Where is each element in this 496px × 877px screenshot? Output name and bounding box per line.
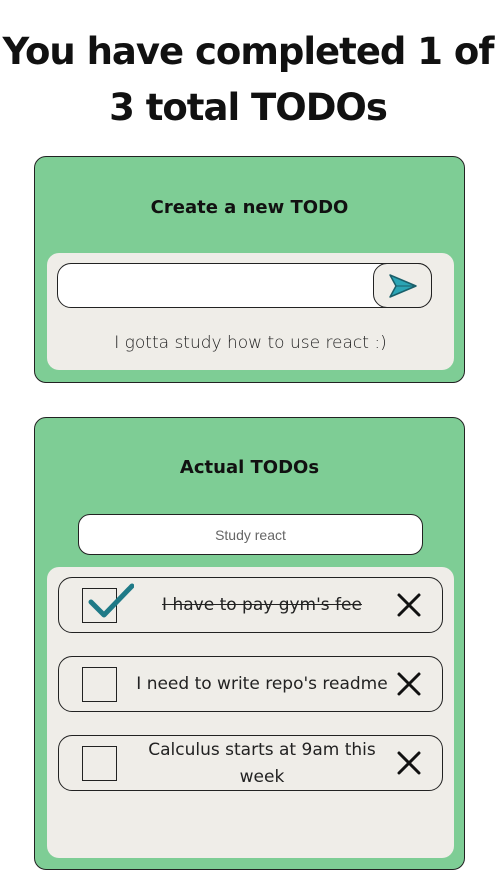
helper-text: I gotta study how to use react :) bbox=[114, 333, 387, 353]
todo-item: Calculus starts at 9am this week bbox=[58, 735, 443, 791]
create-todo-card: Create a new TODO I gotta study how to u… bbox=[34, 156, 465, 383]
todo-checkbox[interactable] bbox=[82, 583, 134, 623]
todo-list-heading: Actual TODOs bbox=[179, 457, 320, 478]
check-icon bbox=[88, 583, 134, 618]
create-todo-panel: I gotta study how to use react :) bbox=[47, 253, 454, 370]
todo-text: I need to write repo's readme bbox=[136, 674, 388, 694]
send-button[interactable] bbox=[373, 263, 432, 308]
todo-list-card: Actual TODOs I have to pay gym's fee I n… bbox=[34, 417, 465, 870]
search-box bbox=[78, 514, 423, 555]
title-line-2: 3 total TODOs bbox=[109, 86, 388, 129]
new-todo-input-row bbox=[57, 263, 432, 308]
todo-checkbox[interactable] bbox=[82, 746, 117, 781]
new-todo-input[interactable] bbox=[68, 270, 368, 300]
create-todo-heading: Create a new TODO bbox=[150, 197, 349, 218]
todo-item: I have to pay gym's fee bbox=[58, 577, 443, 633]
delete-icon[interactable] bbox=[395, 749, 423, 777]
todo-text: I have to pay gym's fee bbox=[162, 595, 362, 615]
title-line-1: You have completed 1 of bbox=[2, 30, 495, 73]
todo-list-panel: I have to pay gym's fee I need to write … bbox=[47, 567, 454, 858]
todo-item: I need to write repo's readme bbox=[58, 656, 443, 712]
todo-checkbox[interactable] bbox=[82, 667, 117, 702]
todo-text: Calculus starts at 9am this week bbox=[148, 740, 376, 787]
page-title: You have completed 1 of 3 total TODOs bbox=[0, 24, 496, 136]
send-icon bbox=[388, 273, 417, 298]
delete-icon[interactable] bbox=[395, 670, 423, 698]
delete-icon[interactable] bbox=[395, 591, 423, 619]
search-input[interactable] bbox=[79, 515, 422, 554]
